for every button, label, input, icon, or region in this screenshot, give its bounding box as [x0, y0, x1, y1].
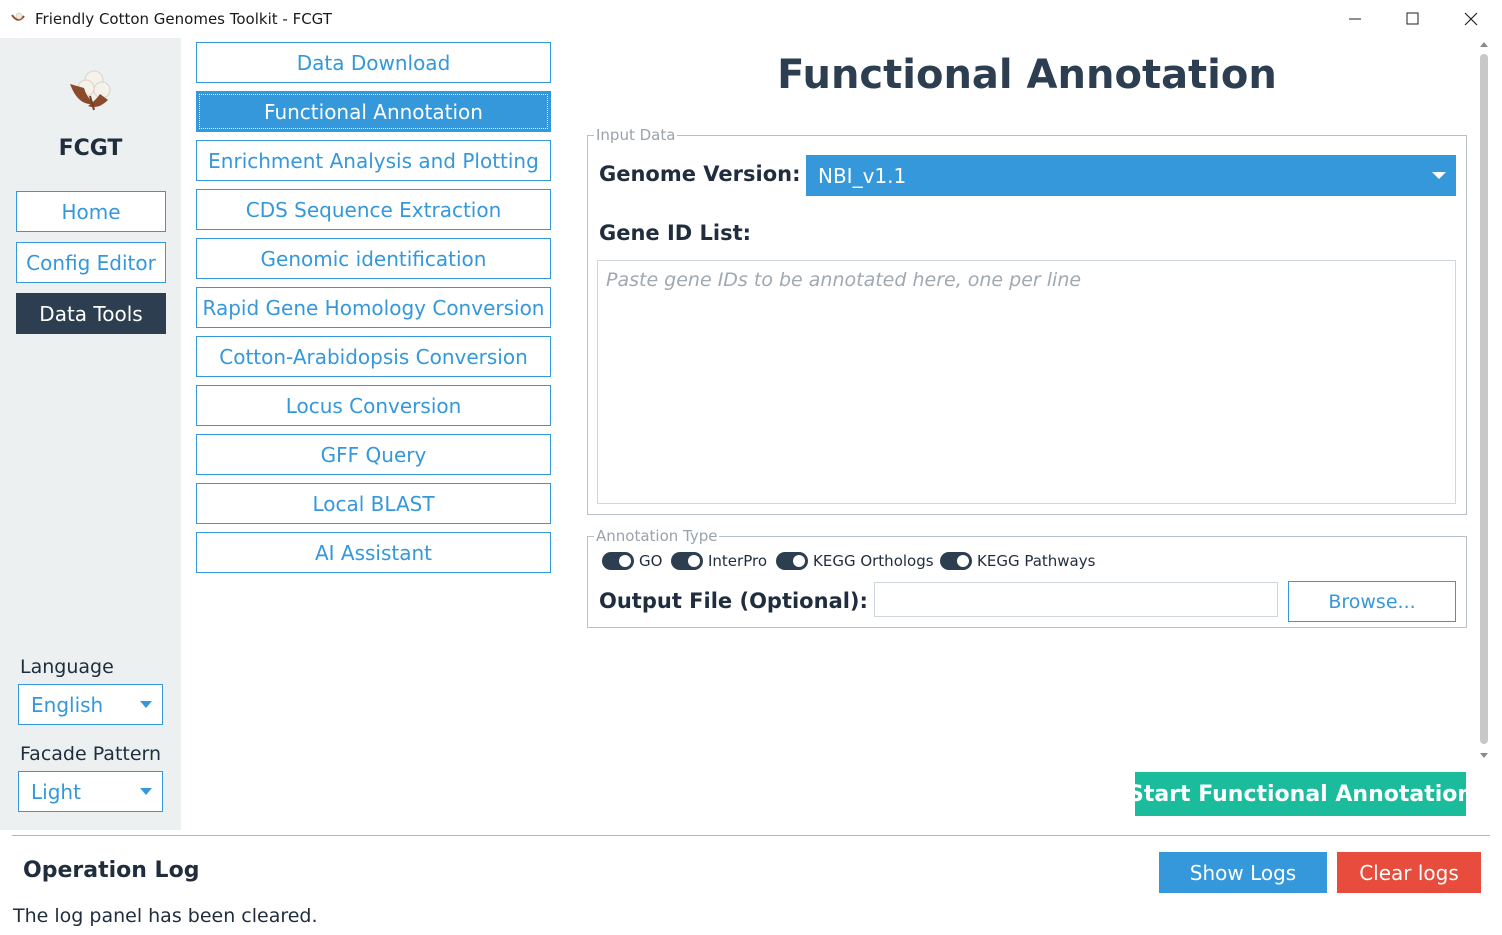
tool-enrichment-analysis[interactable]: Enrichment Analysis and Plotting — [196, 140, 551, 181]
output-file-label: Output File (Optional): — [599, 589, 868, 613]
genome-version-value: NBI_v1.1 — [818, 163, 907, 188]
tool-rapid-gene-homology[interactable]: Rapid Gene Homology Conversion — [196, 287, 551, 328]
maximize-button[interactable] — [1392, 6, 1432, 32]
close-button[interactable] — [1451, 6, 1491, 32]
scroll-up-icon[interactable] — [1480, 42, 1488, 47]
minimize-icon — [1349, 18, 1361, 20]
toggle-interpro[interactable]: InterPro — [671, 552, 767, 570]
toggle-go[interactable]: GO — [602, 552, 662, 570]
toggle-kegg-orthologs[interactable]: KEGG Orthologs — [776, 552, 934, 570]
input-data-group-title: Input Data — [594, 126, 678, 144]
chevron-down-icon — [1432, 172, 1446, 179]
operation-log-title: Operation Log — [23, 858, 200, 883]
nav-config-editor-button[interactable]: Config Editor — [16, 242, 166, 283]
output-file-input[interactable] — [874, 582, 1278, 617]
close-icon — [1464, 12, 1478, 26]
toggle-kegg-pathways-label: KEGG Pathways — [977, 552, 1096, 570]
tool-genomic-identification[interactable]: Genomic identification — [196, 238, 551, 279]
gene-id-list-label: Gene ID List: — [599, 221, 752, 245]
title-bar: Friendly Cotton Genomes Toolkit - FCGT — [0, 0, 1502, 38]
log-divider — [12, 835, 1490, 836]
toggle-go-label: GO — [639, 552, 663, 570]
tool-local-blast[interactable]: Local BLAST — [196, 483, 551, 524]
cotton-logo-icon — [70, 70, 111, 111]
toggle-switch — [940, 552, 972, 570]
minimize-button[interactable] — [1335, 6, 1375, 32]
tool-cds-sequence-extraction[interactable]: CDS Sequence Extraction — [196, 189, 551, 230]
show-logs-button[interactable]: Show Logs — [1159, 852, 1327, 893]
language-label: Language — [20, 656, 114, 678]
sidebar: FCGT Home Config Editor Data Tools Langu… — [0, 38, 181, 830]
toggle-kegg-pathways[interactable]: KEGG Pathways — [940, 552, 1095, 570]
scroll-down-icon[interactable] — [1480, 753, 1488, 758]
gene-id-list-input[interactable] — [597, 260, 1456, 504]
vertical-scrollbar[interactable] — [1477, 38, 1491, 762]
window-title: Friendly Cotton Genomes Toolkit - FCGT — [35, 10, 332, 28]
tool-ai-assistant[interactable]: AI Assistant — [196, 532, 551, 573]
tool-cotton-arabidopsis[interactable]: Cotton-Arabidopsis Conversion — [196, 336, 551, 377]
facade-pattern-select[interactable]: Light — [18, 771, 163, 812]
start-functional-annotation-button[interactable]: Start Functional Annotation — [1128, 772, 1473, 816]
clear-logs-button[interactable]: Clear logs — [1337, 852, 1481, 893]
facade-pattern-value: Light — [31, 779, 81, 804]
genome-version-select[interactable]: NBI_v1.1 — [806, 155, 1456, 196]
facade-pattern-label: Facade Pattern — [20, 743, 162, 765]
chevron-down-icon — [140, 788, 152, 795]
tool-gff-query[interactable]: GFF Query — [196, 434, 551, 475]
tool-locus-conversion[interactable]: Locus Conversion — [196, 385, 551, 426]
toggle-switch — [602, 552, 634, 570]
language-select[interactable]: English — [18, 684, 163, 725]
brand-name: FCGT — [58, 136, 123, 161]
toggle-interpro-label: InterPro — [708, 552, 768, 570]
tool-data-download[interactable]: Data Download — [196, 42, 551, 83]
app-logo-icon — [11, 12, 25, 21]
toggle-switch — [776, 552, 808, 570]
page-title: Functional Annotation — [777, 52, 1277, 98]
toggle-switch — [671, 552, 703, 570]
language-value: English — [31, 692, 104, 717]
tool-functional-annotation[interactable]: Functional Annotation — [196, 91, 551, 132]
scrollbar-thumb[interactable] — [1480, 54, 1488, 744]
annotation-type-group-title: Annotation Type — [594, 527, 720, 545]
maximize-icon — [1406, 12, 1419, 25]
nav-home-button[interactable]: Home — [16, 191, 166, 232]
toggle-kegg-orthologs-label: KEGG Orthologs — [813, 552, 934, 570]
chevron-down-icon — [140, 701, 152, 708]
browse-button[interactable]: Browse... — [1288, 581, 1456, 622]
genome-version-label: Genome Version: — [599, 162, 801, 186]
nav-data-tools-button[interactable]: Data Tools — [16, 293, 166, 334]
log-message: The log panel has been cleared. — [13, 905, 318, 927]
